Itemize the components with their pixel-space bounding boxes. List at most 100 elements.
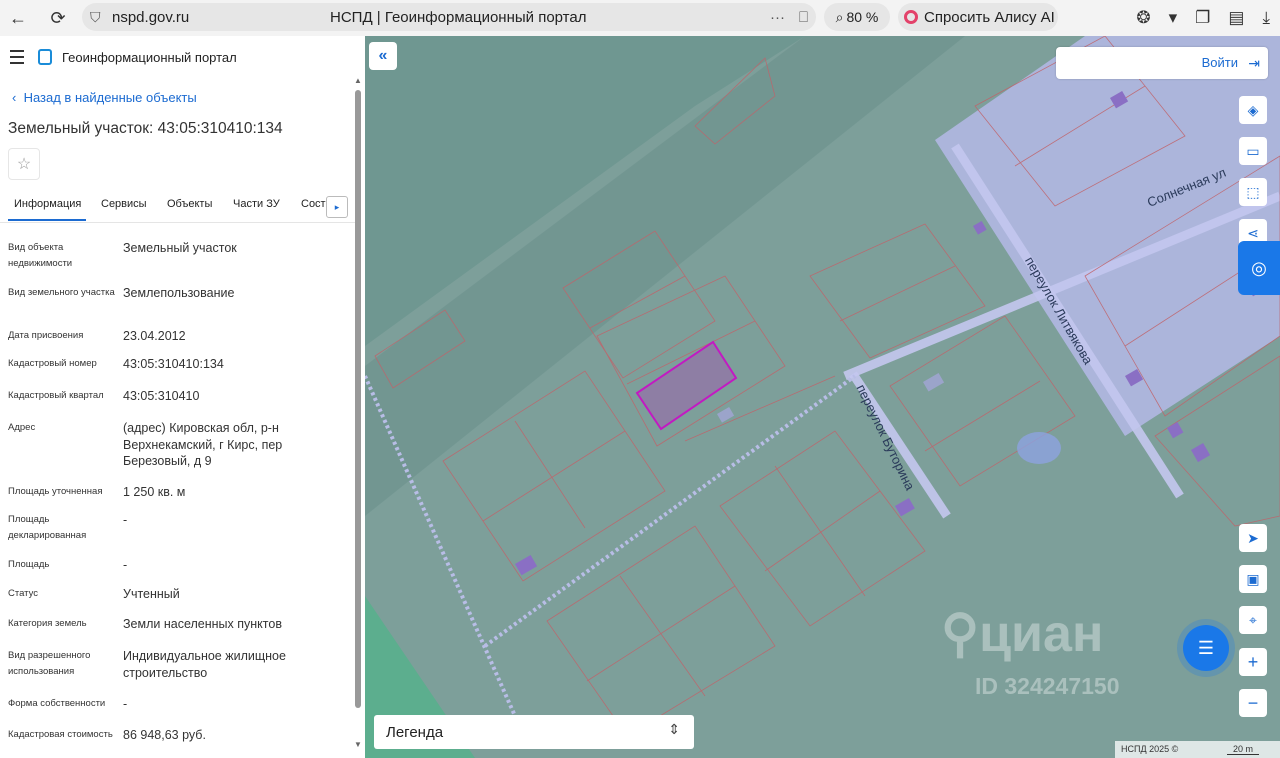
chat-icon: ☰ [1197,637,1215,658]
shield-extension-icon[interactable]: ▾ [1169,8,1178,28]
tab-parts[interactable]: Части ЗУ [233,198,280,210]
field-label: Вид разрешенного использования [8,650,91,677]
field-row: Вид земельного участка Землепользование [8,285,348,319]
chat-button[interactable]: ☰ [1183,625,1229,671]
field-value: Учтенный [123,587,180,601]
watermark-id: ID 324247150 [975,673,1120,699]
collections-icon[interactable]: ❐ [1195,8,1210,28]
back-to-results-link[interactable]: ‹ Назад в найденные объекты [12,90,197,105]
page-title: Земельный участок: 43:05:310410:134 [8,120,283,137]
extension-icon[interactable]: ❂ [1136,8,1150,28]
field-row: Площадь уточненная 1 250 кв. м [8,484,348,504]
field-label: Вид объекта недвижимости [8,242,73,269]
field-value: Индивидуальное жилищное строительство [123,649,286,680]
field-value: 86 948,63 руб. [123,728,206,742]
chevron-left-icon: ‹ [12,90,24,105]
back-arrow-icon[interactable]: ← [4,4,32,32]
favorite-star-icon[interactable]: ☆ [8,148,40,180]
field-value: 23.04.2012 [123,329,186,343]
locate-icon[interactable]: ⌖ [1239,606,1267,634]
tab-objects[interactable]: Объекты [167,198,212,210]
scroll-down-icon[interactable]: ▼ [354,740,362,749]
field-value: - [123,697,128,711]
field-value: (адрес) Кировская обл, р-н Верхнекамский… [123,421,283,468]
field-row: Адрес (адрес) Кировская обл, р-н Верхнек… [8,420,348,472]
field-label: Кадастровый номер [8,358,97,369]
field-label: Статус [8,588,39,599]
map-footer: НСПД 2025 © 20 m [1115,741,1280,758]
page-tab-title: НСПД | Геоинформационный портал [330,8,587,26]
login-icon: ⇥ [1248,55,1260,71]
app-name: Геоинформационный портал [62,49,237,65]
area-select-icon[interactable]: ⬚ [1239,178,1267,206]
field-label: Кадастровая стоимость [8,729,113,740]
map-canvas[interactable] [365,36,1280,758]
layers-icon[interactable]: ◈ [1239,96,1267,124]
browser-toolbar: ← ⟳ ⛉ nspd.gov.ru НСПД | Геоинформационн… [0,0,1280,36]
menu-icon[interactable] [10,50,24,64]
copyright-text: НСПД 2025 © [1121,744,1179,754]
collapse-sidebar-button[interactable]: « [369,42,397,70]
field-value: Земельный участок [123,241,237,255]
field-value: - [123,513,128,527]
zoom-level: 80 % [846,9,879,25]
field-label: Вид земельного участка [8,287,115,298]
field-row: Категория земель Земли населенных пункто… [8,616,348,636]
scale-bar: 20 m [1227,744,1260,755]
field-row: Дата присвоения 23.04.2012 [8,328,348,348]
login-label: Войти [1201,55,1238,70]
tabs: Информация Сервисы Объекты Части ЗУ Сост… [0,190,355,223]
field-value: - [123,558,128,572]
alice-icon [904,10,918,24]
tab-information[interactable]: Информация [14,198,81,210]
bookmark-icon[interactable]: ⎕ [799,9,808,26]
geolocation-icon[interactable]: ➤ [1239,524,1267,552]
security-shield-icon: ⛉ [90,8,101,25]
zoom-icon: ⌕ [835,8,844,25]
field-row: Вид объекта недвижимости Земельный участ… [8,240,348,274]
field-row: Вид разрешенного использования Индивидуа… [8,648,348,682]
login-button[interactable]: Войти ⇥ [1056,47,1268,79]
field-row: Кадастровый номер 43:05:310410:134 [8,356,348,376]
back-link-label: Назад в найденные объекты [23,90,197,105]
url-text: nspd.gov.ru [112,8,190,26]
address-bar[interactable]: ⛉ nspd.gov.ru НСПД | Геоинформационный п… [82,3,816,31]
field-row: Кадастровая стоимость 86 948,63 руб. [8,727,348,758]
field-label: Площадь [8,559,50,570]
field-row: Кадастровый квартал 43:05:310410 [8,388,348,408]
minimap-icon[interactable]: ▣ [1239,565,1267,593]
sidebar-scrollbar[interactable]: ▲ ▼ [354,76,362,749]
field-label: Категория земель [8,618,87,629]
download-icon[interactable]: ⤓ [1262,8,1270,28]
field-label: Дата присвоения [8,330,84,341]
scroll-up-icon[interactable]: ▲ [354,76,362,85]
ruler-icon[interactable]: ▭ [1239,137,1267,165]
field-label: Адрес [8,422,36,433]
field-label: Площадь декларированная [8,514,87,541]
zoom-in-icon[interactable]: + [1239,648,1267,676]
pdf-icon[interactable]: ▤ [1228,8,1244,28]
field-value: Землепользование [123,286,235,300]
legend-dropdown[interactable]: Легенда ⇕ [374,715,694,749]
more-icon[interactable]: ··· [770,9,785,26]
field-value: Земли населенных пунктов [123,617,282,631]
zoom-button[interactable]: ⌕ 80 % [824,3,890,31]
field-value: 43:05:310410 [123,389,200,403]
tab-state[interactable]: Сост [301,198,326,210]
scrollbar-thumb[interactable] [355,90,361,708]
alice-label: Спросить Алису AI [924,8,1055,26]
browser-extension-icon[interactable]: ◎ [1238,241,1280,295]
map-view[interactable]: Солнечная ул переулок Литвякова переулок… [365,36,1280,758]
object-sidebar: Геоинформационный портал ‹ Назад в найде… [0,36,365,758]
chevron-updown-icon: ⇕ [668,721,680,737]
watermark-pin-icon: ⚲ [941,605,980,663]
portal-logo [38,49,52,65]
alice-button[interactable]: Спросить Алису AI [898,3,1058,31]
field-label: Площадь уточненная [8,486,103,497]
tabs-scroll-right-icon[interactable]: ▸ [326,196,348,218]
reload-icon[interactable]: ⟳ [44,4,72,32]
sidebar-header: Геоинформационный портал [0,36,365,78]
tab-services[interactable]: Сервисы [101,198,147,210]
zoom-out-icon[interactable]: − [1239,689,1267,717]
field-label: Форма собственности [8,698,106,709]
